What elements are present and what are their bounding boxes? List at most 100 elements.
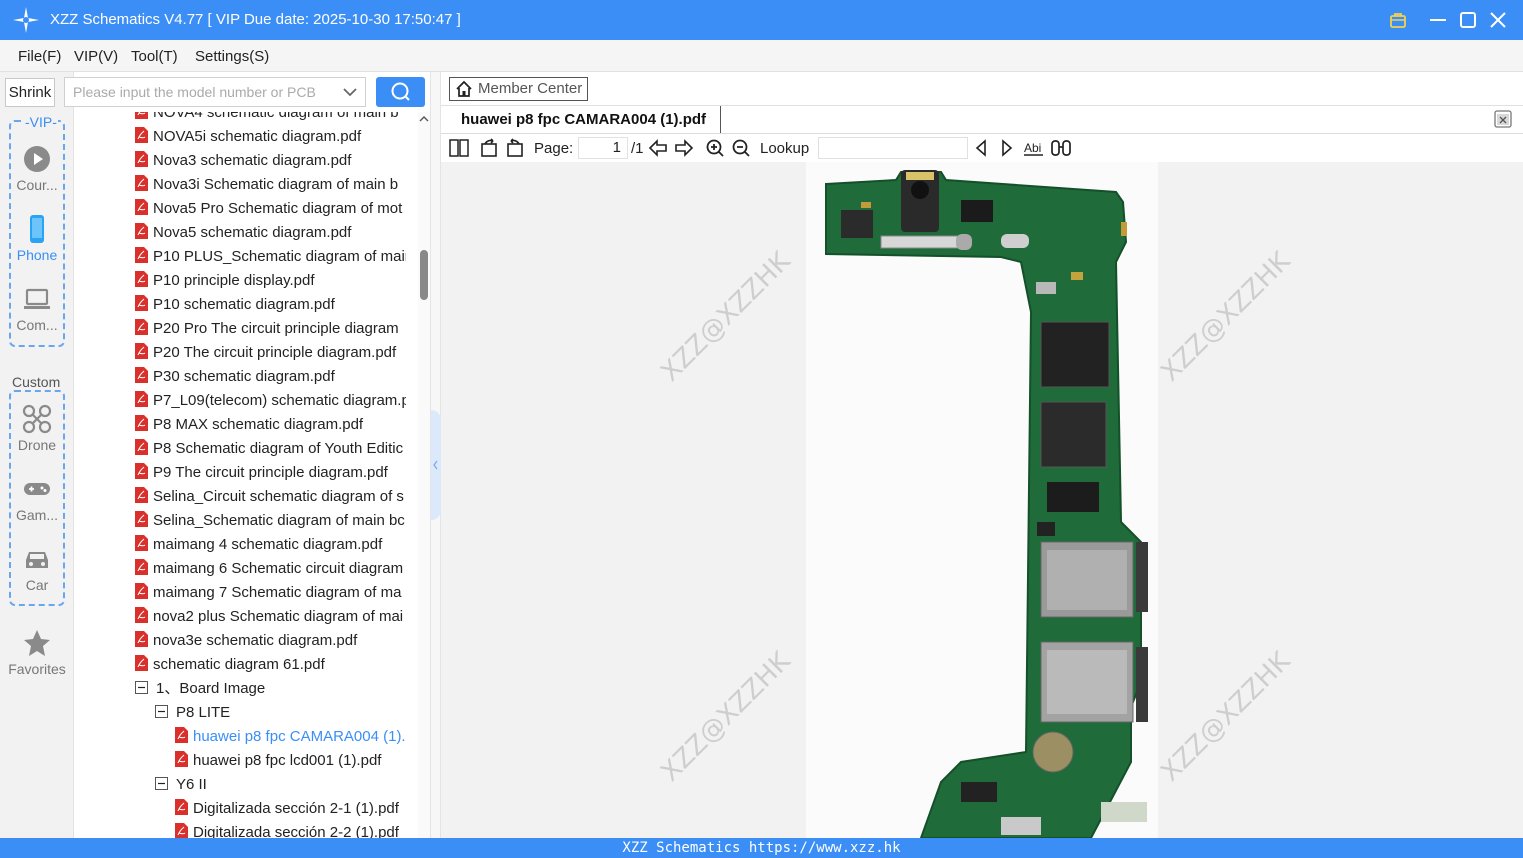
tree-file-item[interactable]: P20 Pro The circuit principle diagram — [135, 317, 406, 341]
sidebar-item-phone[interactable]: Phone — [0, 214, 74, 263]
maximize-button[interactable] — [1457, 9, 1479, 31]
pdf-viewer[interactable]: XZZ@XZZHK XZZ@XZZHK XZZ@XZZHK XZZ@XZZHK — [441, 162, 1523, 838]
sidebar-item-drone[interactable]: Drone — [0, 404, 74, 453]
tree-file-item[interactable]: Nova5 Pro Schematic diagram of mot — [135, 197, 406, 221]
tree-scrollbar[interactable] — [418, 112, 430, 838]
tree-file-item[interactable]: P10 principle display.pdf — [135, 269, 406, 293]
zoom-in-icon[interactable] — [705, 138, 725, 158]
panel-splitter[interactable] — [430, 72, 441, 838]
pdf-file-icon — [135, 463, 148, 479]
tree-file-item[interactable]: Selina_Schematic diagram of main bc — [135, 509, 406, 533]
pdf-file-icon — [135, 487, 148, 503]
rotate-left-icon[interactable] — [479, 138, 499, 158]
tree-item-label: Selina_Circuit schematic diagram of s — [153, 488, 404, 505]
menu-vip[interactable]: VIP(V) — [74, 48, 118, 65]
tree-file-item[interactable]: Selina_Circuit schematic diagram of s — [135, 485, 406, 509]
zoom-out-icon[interactable] — [731, 138, 751, 158]
lookup-input[interactable] — [818, 137, 968, 159]
phone-icon — [30, 215, 44, 243]
close-tab-icon[interactable] — [1494, 110, 1512, 128]
tree-file-item[interactable]: P8 MAX schematic diagram.pdf — [135, 413, 406, 437]
sidebar-item-courses[interactable]: Cour... — [0, 144, 74, 193]
tree-item-label: schematic diagram 61.pdf — [153, 656, 325, 673]
tree-file-item[interactable]: maimang 7 Schematic diagram of ma — [135, 581, 406, 605]
previous-page-icon[interactable] — [648, 138, 668, 158]
tree-file-item[interactable]: Digitalizada sección 2-2 (1).pdf — [175, 821, 406, 838]
tree-file-item[interactable]: nova3e schematic diagram.pdf — [135, 629, 406, 653]
member-center-button[interactable]: Member Center — [449, 77, 588, 101]
shrink-button[interactable]: Shrink — [5, 78, 55, 107]
minimize-button[interactable] — [1427, 9, 1449, 31]
tree-file-item[interactable]: P9 The circuit principle diagram.pdf — [135, 461, 406, 485]
laptop-icon — [24, 288, 50, 309]
find-previous-icon[interactable] — [973, 138, 989, 158]
tree-folder-board-image[interactable]: 1、Board Image — [135, 677, 406, 701]
tree-file-item[interactable]: nova2 plus Schematic diagram of mai — [135, 605, 406, 629]
file-tree: NOVA4 schematic diagram of main b NOVA5i … — [74, 112, 418, 838]
collapse-icon[interactable] — [135, 681, 148, 694]
pdf-file-icon — [135, 112, 148, 119]
page-number-input[interactable]: 1 — [578, 137, 628, 159]
tree-item-label: P10 principle display.pdf — [153, 272, 315, 289]
tree-folder-y6[interactable]: Y6 II — [155, 773, 406, 797]
tree-item-label: P10 PLUS_Schematic diagram of mair — [153, 248, 406, 265]
tree-file-item[interactable]: P10 schematic diagram.pdf — [135, 293, 406, 317]
tree-file-item[interactable]: P7_L09(telecom) schematic diagram.p — [135, 389, 406, 413]
drone-icon — [22, 404, 52, 434]
tree-file-item[interactable]: P8 Schematic diagram of Youth Editic — [135, 437, 406, 461]
tree-file-item[interactable]: Nova3i Schematic diagram of main b — [135, 173, 406, 197]
search-button[interactable] — [376, 77, 425, 107]
category-sidebar: Shrink -VIP- Cour... Phone Com... Custom… — [0, 72, 74, 838]
tree-folder-p8-lite[interactable]: P8 LITE — [155, 701, 406, 725]
tree-item-label: 1、Board Image — [156, 680, 266, 697]
tree-file-item[interactable]: Nova3 schematic diagram.pdf — [135, 149, 406, 173]
chevron-down-icon[interactable] — [343, 86, 357, 98]
tree-file-item[interactable]: huawei p8 fpc CAMARA004 (1). — [175, 725, 406, 749]
maximize-icon — [1460, 12, 1476, 28]
pdf-file-icon — [135, 559, 148, 575]
status-bar: XZZ Schematics https://www.xzz.hk — [0, 838, 1523, 858]
pdf-file-icon — [135, 535, 148, 551]
pdf-file-icon — [135, 271, 148, 287]
two-page-icon[interactable] — [449, 138, 469, 158]
menu-file[interactable]: File(F) — [18, 48, 61, 65]
tree-item-label: NOVA4 schematic diagram of main b — [153, 112, 399, 121]
collapse-icon[interactable] — [155, 777, 168, 790]
collapse-handle[interactable] — [431, 410, 441, 520]
tree-file-item[interactable]: NOVA4 schematic diagram of main b — [135, 112, 406, 125]
sidebar-item-favorites[interactable]: Favorites — [0, 628, 74, 677]
sidebar-item-car[interactable]: Car — [0, 544, 74, 593]
tree-file-item[interactable]: P20 The circuit principle diagram.pdf — [135, 341, 406, 365]
pdf-file-icon — [135, 583, 148, 599]
pdf-file-icon — [135, 223, 148, 239]
pdf-file-icon — [175, 799, 188, 815]
menu-tool[interactable]: Tool(T) — [131, 48, 178, 65]
sidebar-item-computer[interactable]: Com... — [0, 284, 74, 333]
search-input[interactable] — [73, 82, 335, 102]
scroll-thumb[interactable] — [420, 250, 428, 300]
sidebar-item-games[interactable]: Gam... — [0, 474, 74, 523]
match-case-icon[interactable]: Abi — [1023, 138, 1045, 158]
binoculars-icon[interactable] — [1050, 138, 1072, 158]
tree-file-item[interactable]: huawei p8 fpc lcd001 (1).pdf — [175, 749, 406, 773]
tree-file-item[interactable]: schematic diagram 61.pdf — [135, 653, 406, 677]
tree-file-item[interactable]: Nova5 schematic diagram.pdf — [135, 221, 406, 245]
tree-item-label: Nova5 schematic diagram.pdf — [153, 224, 352, 241]
rotate-right-icon[interactable] — [505, 138, 525, 158]
close-button[interactable] — [1487, 9, 1509, 31]
menu-settings[interactable]: Settings(S) — [195, 48, 269, 65]
document-tab[interactable]: huawei p8 fpc CAMARA004 (1).pdf — [451, 106, 721, 134]
tree-file-item[interactable]: maimang 6 Schematic circuit diagram — [135, 557, 406, 581]
tree-file-item[interactable]: P10 PLUS_Schematic diagram of mair — [135, 245, 406, 269]
tree-file-item[interactable]: Digitalizada sección 2-1 (1).pdf — [175, 797, 406, 821]
find-next-icon[interactable] — [999, 138, 1015, 158]
vip-bag-button[interactable] — [1387, 9, 1409, 31]
tree-file-item[interactable]: maimang 4 schematic diagram.pdf — [135, 533, 406, 557]
tree-item-label: huawei p8 fpc CAMARA004 (1). — [193, 728, 406, 745]
next-page-icon[interactable] — [674, 138, 694, 158]
collapse-icon[interactable] — [155, 705, 168, 718]
scroll-up-icon[interactable] — [418, 114, 430, 124]
tree-file-item[interactable]: NOVA5i schematic diagram.pdf — [135, 125, 406, 149]
vip-group-label: -VIP- — [24, 114, 58, 130]
tree-file-item[interactable]: P30 schematic diagram.pdf — [135, 365, 406, 389]
